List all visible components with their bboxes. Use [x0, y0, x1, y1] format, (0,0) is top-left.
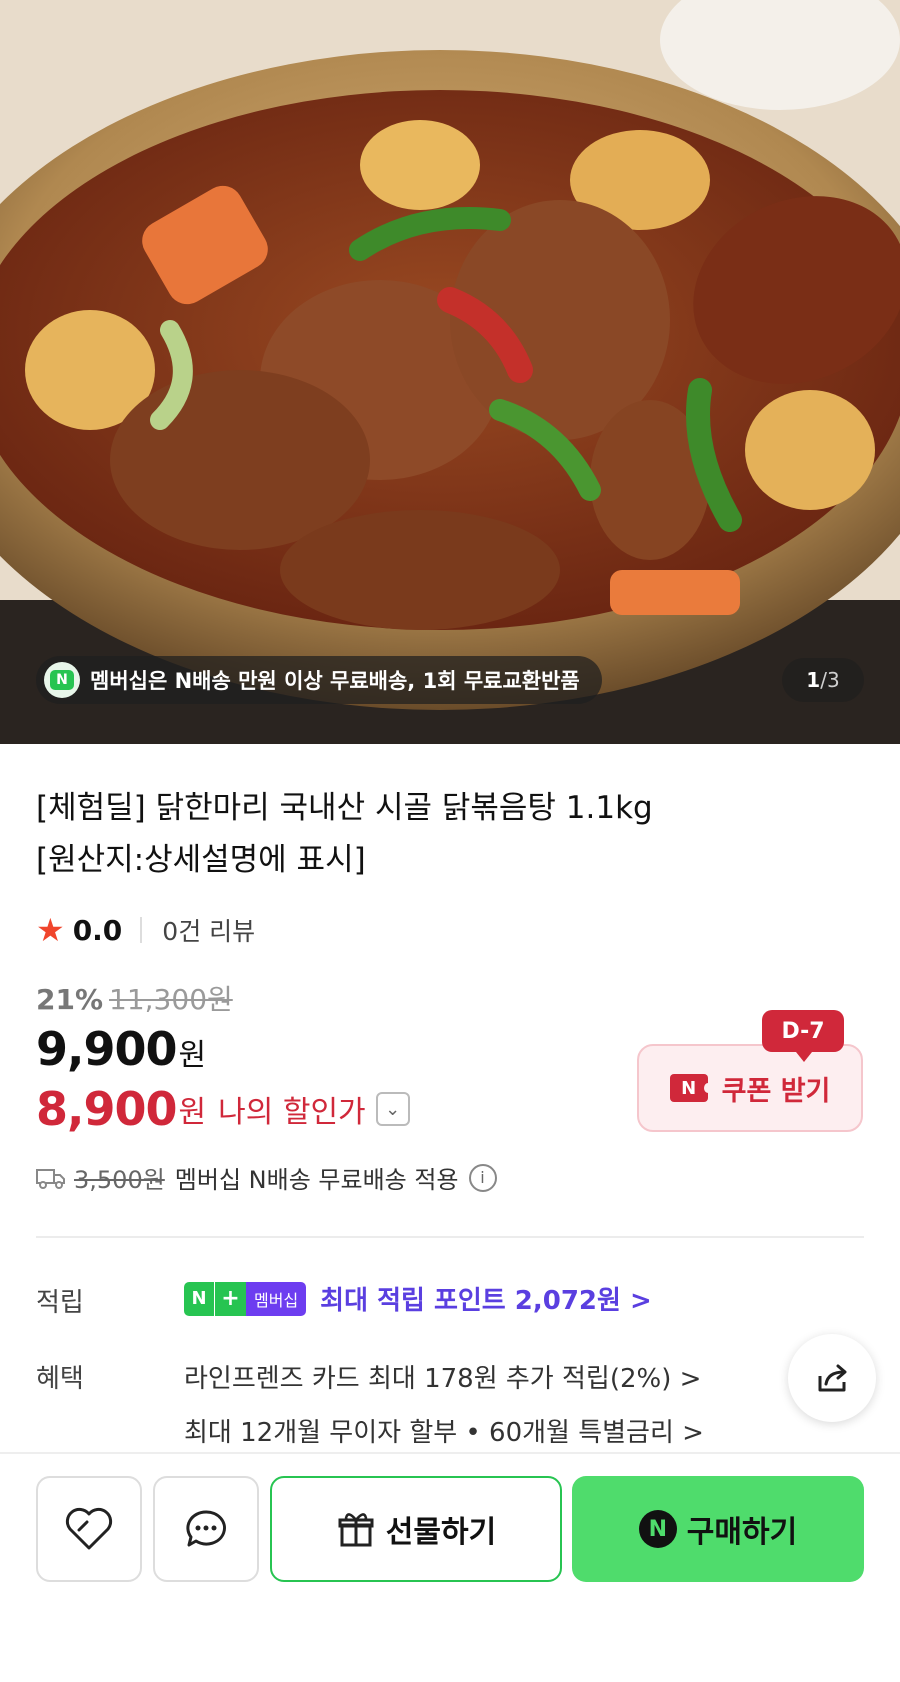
- rating-summary[interactable]: ★ 0.0 0건 리뷰: [36, 910, 255, 950]
- points-label: 적립: [36, 1288, 84, 1318]
- my-discount-price[interactable]: 8,900 원 나의 할인가 ⌄: [36, 1082, 410, 1136]
- original-price: 11,300원: [109, 983, 233, 1016]
- membership-banner-text: 멤버십은 N배송 만원 이상 무료배송, 1회 무료교환반품: [90, 669, 580, 693]
- chat-button[interactable]: [153, 1476, 259, 1582]
- coupon-icon: N: [669, 1074, 712, 1102]
- chat-icon: [186, 1510, 226, 1547]
- product-title: [체험딜] 닭한마리 국내산 시골 닭볶음탕 1.1kg [원산지:상세설명에 …: [36, 782, 776, 886]
- points-info[interactable]: N + 멤버십 최대 적립 포인트 2,072원 >: [184, 1280, 652, 1317]
- card-benefit-link[interactable]: 라인프렌즈 카드 최대 178원 추가 적립(2%) >: [184, 1358, 701, 1395]
- divider: [140, 917, 143, 943]
- product-title-line2: [원산지:상세설명에 표시]: [36, 842, 366, 878]
- membership-banner[interactable]: N 멤버십은 N배송 만원 이상 무료배송, 1회 무료교환반품: [36, 656, 602, 704]
- product-title-line1: [체험딜] 닭한마리 국내산 시골 닭볶음탕 1.1kg: [36, 790, 653, 826]
- buy-label: 구매하기: [686, 1515, 798, 1550]
- heart-icon: [65, 1507, 113, 1550]
- section-divider: [36, 1236, 864, 1238]
- wishlist-button[interactable]: [36, 1476, 142, 1582]
- buy-button[interactable]: N 구매하기: [572, 1476, 864, 1582]
- coupon-button[interactable]: N 쿠폰 받기: [637, 1044, 863, 1132]
- food-illustration: [0, 0, 900, 744]
- coupon-deadline-badge: D-7: [762, 1010, 844, 1062]
- share-button[interactable]: [788, 1334, 876, 1422]
- shipping-text: 멤버십 N배송 무료배송 적용: [174, 1166, 459, 1194]
- shipping-old-fee: 3,500원: [74, 1166, 165, 1194]
- star-icon: ★: [36, 911, 65, 949]
- chevron-down-icon[interactable]: ⌄: [375, 1092, 410, 1126]
- gift-button[interactable]: 선물하기: [270, 1476, 562, 1582]
- naver-plus-membership-badge: N + 멤버십: [184, 1281, 307, 1316]
- image-counter: 1/3: [782, 658, 864, 702]
- installment-benefit-link[interactable]: 최대 12개월 무이자 할부 • 60개월 특별금리 >: [184, 1412, 704, 1449]
- naver-membership-icon: N: [44, 662, 80, 698]
- truck-icon: [36, 1168, 65, 1189]
- my-price-number: 8,900: [36, 1082, 178, 1136]
- benefits-label: 혜택: [36, 1364, 84, 1394]
- sale-price-number: 9,900: [36, 1022, 178, 1076]
- gift-label: 선물하기: [385, 1515, 497, 1550]
- shipping-info: 3,500원 멤버십 N배송 무료배송 적용 i: [36, 1160, 497, 1195]
- rating-score: 0.0: [72, 913, 123, 947]
- max-points-link[interactable]: 최대 적립 포인트 2,072원 >: [320, 1280, 652, 1317]
- sale-price-unit: 원: [178, 1038, 207, 1073]
- product-image[interactable]: N 멤버십은 N배송 만원 이상 무료배송, 1회 무료교환반품 1/3: [0, 0, 900, 744]
- info-icon[interactable]: i: [468, 1163, 497, 1192]
- gift-icon: [338, 1513, 374, 1547]
- naver-pay-icon: N: [638, 1510, 677, 1548]
- discount-percent: 21%: [36, 983, 104, 1016]
- coupon-label: 쿠폰 받기: [721, 1075, 831, 1107]
- discount-info: 21% 11,300원: [36, 978, 233, 1018]
- my-price-label: 나의 할인가: [218, 1095, 366, 1130]
- share-icon: [818, 1364, 847, 1392]
- my-price-unit: 원: [178, 1095, 207, 1130]
- review-count-link[interactable]: 0건 리뷰: [162, 912, 255, 948]
- sale-price: 9,900 원: [36, 1022, 206, 1076]
